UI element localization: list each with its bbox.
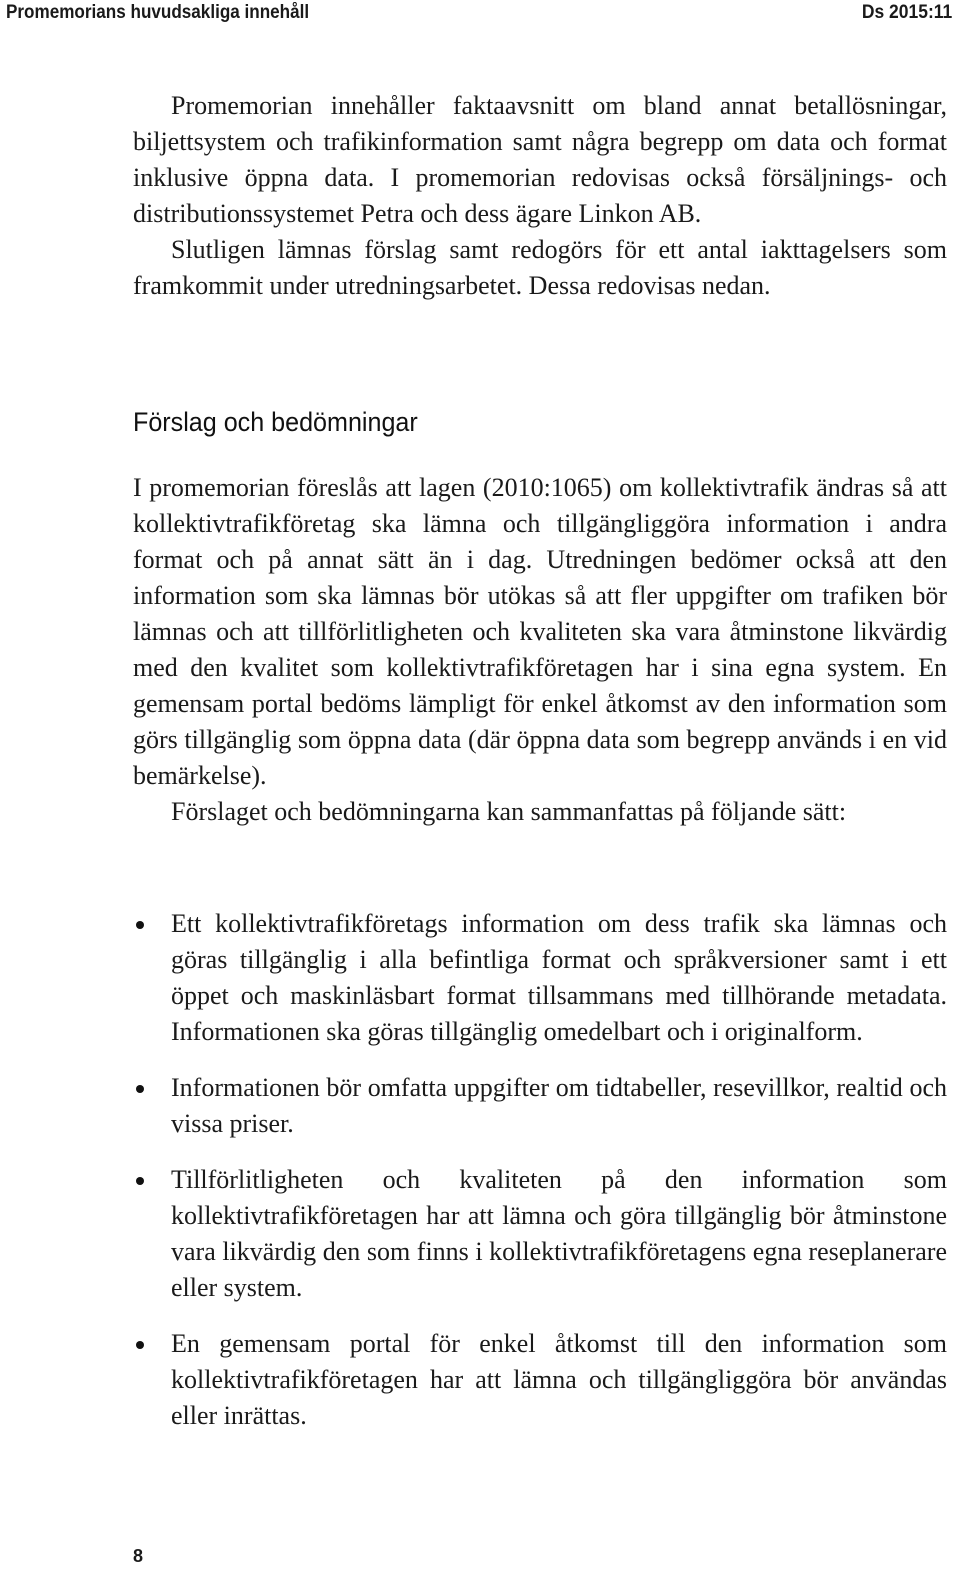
body-paragraph: Förslaget och bedömningarna kan sammanfa… [171, 797, 847, 826]
list-item-text: Ett kollektivtrafikföretags information … [171, 909, 947, 1046]
bullet-icon [136, 1341, 144, 1349]
intro-paragraph: Promemorian innehåller faktaavsnitt om b… [133, 91, 947, 228]
intro-paragraph: Slutligen lämnas förslag samt redogörs f… [133, 235, 947, 300]
bullet-icon [136, 1085, 144, 1093]
body-paragraph: I promemorian föreslås att lagen (2010:1… [133, 473, 947, 790]
list-item-text: En gemensam portal för enkel åtkomst til… [171, 1329, 947, 1430]
list-item: Ett kollektivtrafikföretags information … [133, 906, 947, 1050]
page-number: 8 [133, 1546, 144, 1566]
list-item: En gemensam portal för enkel åtkomst til… [133, 1326, 947, 1434]
section-heading: Förslag och bedömningar [133, 407, 418, 437]
list-item-text: Informationen bör omfatta uppgifter om t… [171, 1073, 947, 1138]
section-body: I promemorian föreslås att lagen (2010:1… [133, 470, 947, 830]
running-header: Promemorians huvudsakliga innehåll Ds 20… [0, 0, 960, 26]
list-item: Tillförlitligheten och kvaliteten på den… [133, 1162, 947, 1306]
header-section-title: Promemorians huvudsakliga innehåll [6, 2, 310, 23]
header-document-id: Ds 2015:11 [861, 2, 952, 23]
list-item-text: Tillförlitligheten och kvaliteten på den… [171, 1165, 947, 1302]
list-item: Informationen bör omfatta uppgifter om t… [133, 1070, 947, 1142]
bullet-icon [136, 921, 144, 929]
bullet-icon [136, 1177, 144, 1185]
intro-text: Promemorian innehåller faktaavsnitt om b… [133, 88, 947, 304]
bullet-list: Ett kollektivtrafikföretags information … [133, 906, 947, 1454]
